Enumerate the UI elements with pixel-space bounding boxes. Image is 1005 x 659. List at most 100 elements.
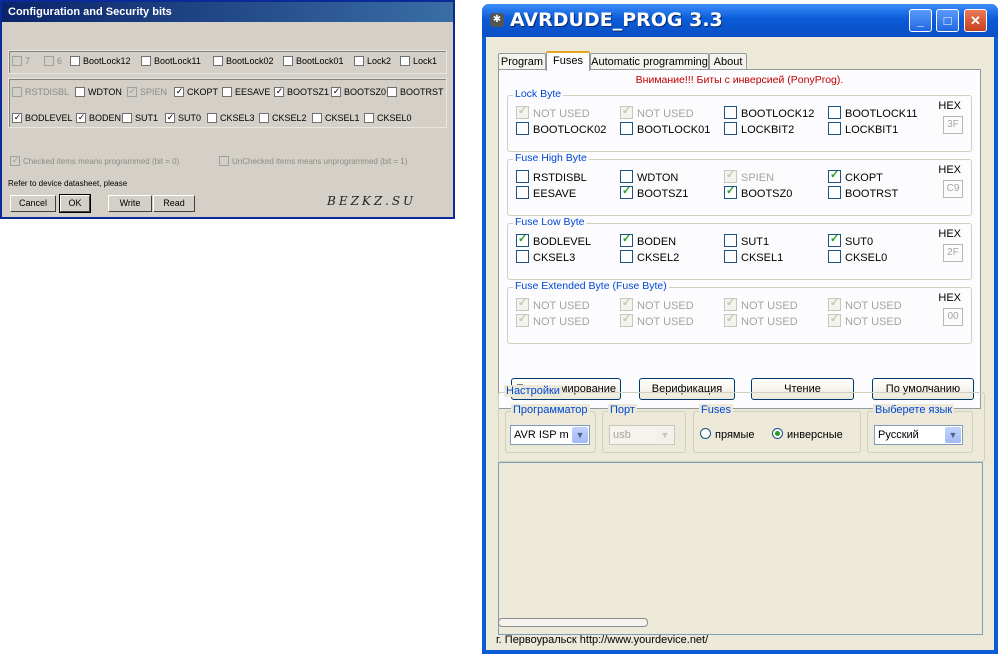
checkbox[interactable] bbox=[141, 56, 151, 66]
horizontal-scrollbar[interactable] bbox=[498, 618, 648, 627]
checkbox[interactable]: ✓ bbox=[620, 105, 633, 119]
checkbox[interactable] bbox=[724, 234, 737, 247]
fuse-bit[interactable]: CKSEL3 bbox=[516, 250, 575, 265]
checkbox[interactable]: ✓ bbox=[274, 87, 284, 97]
hex-value-field[interactable]: 2F bbox=[943, 244, 963, 262]
checkbox[interactable] bbox=[620, 122, 633, 135]
checkbox[interactable]: ✓ bbox=[516, 105, 529, 119]
hex-value-field[interactable]: C9 bbox=[943, 180, 963, 198]
fuse-bit[interactable]: ✓ NOT USED bbox=[828, 313, 902, 329]
checkbox[interactable]: ✓ bbox=[724, 169, 737, 183]
dlg-bit-row1-1[interactable]: 6 bbox=[44, 55, 62, 67]
checkbox[interactable]: ✓ bbox=[127, 87, 137, 97]
dlg-bit-row3-2[interactable]: SUT1 bbox=[122, 112, 158, 124]
checkbox[interactable] bbox=[724, 250, 737, 263]
fuse-bit[interactable]: ✓ NOT USED bbox=[724, 297, 798, 313]
dlg-bit-row1-4[interactable]: BootLock02 bbox=[213, 55, 274, 67]
checkbox[interactable] bbox=[724, 122, 737, 135]
fuse-bit[interactable]: ✓ BODLEVEL bbox=[516, 233, 591, 249]
fuse-bit[interactable]: ✓ NOT USED bbox=[620, 297, 694, 313]
checkbox[interactable] bbox=[400, 56, 410, 66]
dlg-bit-row3-6[interactable]: CKSEL1 bbox=[312, 112, 360, 124]
fuse-bit[interactable]: RSTDISBL bbox=[516, 170, 587, 185]
checkbox[interactable]: ✓ bbox=[165, 113, 175, 123]
dlg-bit-row2-4[interactable]: EESAVE bbox=[222, 86, 270, 98]
checkbox[interactable] bbox=[516, 250, 529, 263]
checkbox[interactable] bbox=[828, 186, 841, 199]
checkbox[interactable] bbox=[828, 250, 841, 263]
checkbox[interactable] bbox=[75, 87, 85, 97]
fuse-bit[interactable]: ✓ SPIEN bbox=[724, 169, 774, 185]
checkbox[interactable]: ✓ bbox=[331, 87, 341, 97]
dlg-bit-row3-5[interactable]: CKSEL2 bbox=[259, 112, 307, 124]
checkbox[interactable] bbox=[387, 87, 397, 97]
fuse-bit[interactable]: LOCKBIT2 bbox=[724, 122, 794, 137]
checkbox[interactable] bbox=[213, 56, 223, 66]
checkbox[interactable] bbox=[828, 122, 841, 135]
tab-automatic-programming[interactable]: Automatic programming bbox=[590, 53, 709, 70]
cancel-button[interactable]: Cancel bbox=[10, 195, 56, 212]
checkbox[interactable]: ✓ bbox=[516, 297, 529, 311]
checkbox[interactable]: ✓ bbox=[620, 233, 633, 247]
dlg-bit-row2-3[interactable]: ✓ CKOPT bbox=[174, 86, 218, 98]
fuse-bit[interactable]: ✓ BOOTSZ0 bbox=[724, 185, 792, 201]
programmer-select[interactable]: AVR ISP m ▼ bbox=[510, 425, 590, 445]
close-button[interactable]: ✕ bbox=[964, 9, 987, 32]
dlg-bit-row1-6[interactable]: Lock2 bbox=[354, 55, 391, 67]
write-button[interactable]: Write bbox=[108, 195, 152, 212]
fuse-bit[interactable]: ✓ NOT USED bbox=[516, 313, 590, 329]
fuse-bit[interactable]: BOOTLOCK02 bbox=[516, 122, 606, 137]
fuse-bit[interactable]: ✓ NOT USED bbox=[516, 105, 590, 121]
checkbox[interactable] bbox=[516, 122, 529, 135]
dlg-bit-row2-2[interactable]: ✓ SPIEN bbox=[127, 86, 167, 98]
tab-fuses[interactable]: Fuses bbox=[546, 51, 590, 71]
language-select[interactable]: Русский ▼ bbox=[874, 425, 963, 445]
checkbox[interactable] bbox=[12, 87, 22, 97]
checkbox[interactable]: ✓ bbox=[724, 185, 737, 199]
checkbox[interactable] bbox=[207, 113, 217, 123]
radio-inverse[interactable]: инверсные bbox=[772, 428, 843, 441]
ok-button[interactable]: OK bbox=[59, 194, 91, 213]
checkbox[interactable]: ✓ bbox=[12, 113, 22, 123]
chevron-down-icon[interactable]: ▼ bbox=[945, 427, 961, 443]
fuse-bit[interactable]: CKSEL1 bbox=[724, 250, 783, 265]
minimize-button[interactable]: _ bbox=[909, 9, 932, 32]
tab-program[interactable]: Program bbox=[498, 53, 546, 70]
radio-direct[interactable]: прямые bbox=[700, 428, 755, 441]
checkbox[interactable]: ✓ bbox=[620, 185, 633, 199]
checkbox[interactable] bbox=[44, 56, 54, 66]
fuse-bit[interactable]: ✓ BODEN bbox=[620, 233, 676, 249]
checkbox[interactable]: ✓ bbox=[516, 233, 529, 247]
radio-inverse-circle[interactable] bbox=[772, 428, 783, 439]
checkbox[interactable] bbox=[312, 113, 322, 123]
checkbox[interactable] bbox=[828, 106, 841, 119]
fuse-bit[interactable]: WDTON bbox=[620, 170, 678, 185]
tab-about[interactable]: About bbox=[709, 53, 747, 70]
checkbox[interactable] bbox=[724, 106, 737, 119]
dlg-bit-row1-2[interactable]: BootLock12 bbox=[70, 55, 131, 67]
fuse-bit[interactable]: SUT1 bbox=[724, 234, 769, 249]
checkbox[interactable] bbox=[222, 87, 232, 97]
checkbox[interactable] bbox=[516, 186, 529, 199]
checkbox[interactable]: ✓ bbox=[828, 313, 841, 327]
dlg-bit-row2-5[interactable]: ✓ BOOTSZ1 bbox=[274, 86, 329, 98]
fuse-bit[interactable]: ✓ NOT USED bbox=[724, 313, 798, 329]
checkbox[interactable] bbox=[70, 56, 80, 66]
dlg-bit-row2-7[interactable]: BOOTRST bbox=[387, 86, 444, 98]
fuse-bit[interactable]: ✓ BOOTSZ1 bbox=[620, 185, 688, 201]
checkbox[interactable] bbox=[354, 56, 364, 66]
checkbox[interactable]: ✓ bbox=[174, 87, 184, 97]
fuse-bit[interactable]: ✓ SUT0 bbox=[828, 233, 873, 249]
fuse-bit[interactable]: ✓ NOT USED bbox=[828, 297, 902, 313]
radio-direct-circle[interactable] bbox=[700, 428, 711, 439]
dlg-bit-row3-7[interactable]: CKSEL0 bbox=[364, 112, 412, 124]
dlg-bit-row1-0[interactable]: 7 bbox=[12, 55, 30, 67]
checkbox[interactable] bbox=[620, 250, 633, 263]
dlg-bit-row3-1[interactable]: ✓ BODEN bbox=[76, 112, 121, 124]
checkbox[interactable] bbox=[283, 56, 293, 66]
checkbox[interactable]: ✓ bbox=[724, 313, 737, 327]
dlg-bit-row2-1[interactable]: WDTON bbox=[75, 86, 122, 98]
fuse-bit[interactable]: LOCKBIT1 bbox=[828, 122, 898, 137]
dlg-bit-row3-3[interactable]: ✓ SUT0 bbox=[165, 112, 201, 124]
checkbox[interactable]: ✓ bbox=[620, 297, 633, 311]
